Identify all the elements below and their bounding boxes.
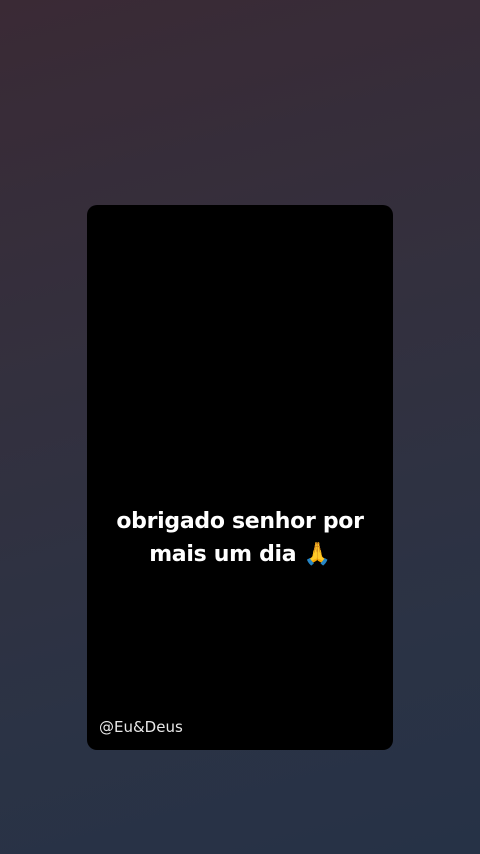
caption-line-2: mais um dia 🙏	[149, 542, 331, 567]
app-screen: { "story": { "caption_line1": "obrigado …	[0, 0, 480, 854]
story-card[interactable]: obrigado senhor por mais um dia 🙏 @Eu&De…	[87, 205, 393, 750]
watermark-handle: @Eu&Deus	[99, 718, 183, 736]
caption-line-1: obrigado senhor por	[116, 509, 364, 534]
story-caption: obrigado senhor por mais um dia 🙏	[87, 505, 393, 571]
